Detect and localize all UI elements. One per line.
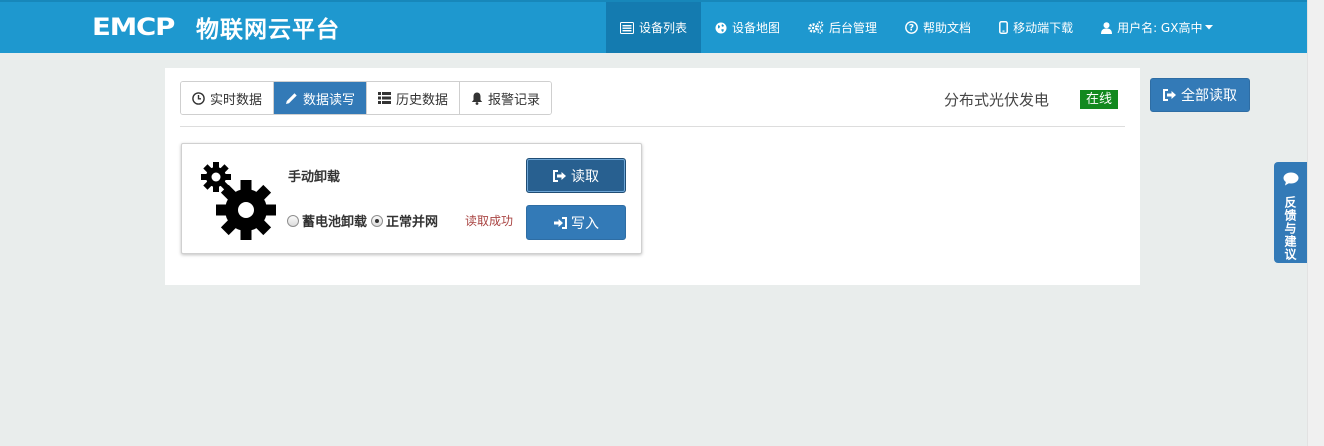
device-name: 分布式光伏发电 — [944, 91, 1050, 109]
tab-alarm-records[interactable]: 报警记录 — [460, 82, 552, 114]
radio-label-grid-connected[interactable]: 正常并网 — [386, 211, 438, 230]
unload-mode-radio-group: 蓄电池卸载 正常并网 — [287, 211, 442, 230]
read-all-button[interactable]: 全部读取 — [1150, 78, 1250, 112]
gears-icon — [197, 158, 277, 244]
emcp-logo: EMCP — [92, 13, 175, 41]
tab-data-readwrite[interactable]: 数据读写 — [274, 82, 368, 114]
card-title: 手动卸载 — [288, 170, 341, 185]
list-icon — [620, 21, 634, 34]
sign-out-icon — [1163, 89, 1177, 101]
question-icon: ? — [905, 21, 918, 34]
feedback-label: 反馈与建议 — [1283, 196, 1297, 261]
nav-device-list[interactable]: 设备列表 — [606, 2, 702, 53]
tab-label: 数据读写 — [303, 92, 356, 108]
nav-label: 移动端下载 — [1013, 21, 1074, 35]
globe-icon — [715, 22, 727, 34]
brand-name: 物联网云平台 — [196, 17, 340, 43]
tab-realtime-data[interactable]: 实时数据 — [181, 82, 275, 114]
tab-label: 实时数据 — [210, 92, 263, 108]
main-nav: 设备列表 设备地图 后台管理 ? 帮助文档 移动端下载 用户名: GX高中 — [606, 2, 1227, 53]
sign-in-icon — [553, 216, 567, 229]
radio-label-battery-unload[interactable]: 蓄电池卸载 — [302, 211, 367, 230]
nav-label: 用户名: GX高中 — [1117, 21, 1203, 35]
read-button[interactable]: 读取 — [526, 158, 626, 193]
online-status-badge: 在线 — [1080, 90, 1119, 109]
write-button-label: 写入 — [571, 215, 599, 232]
read-all-label: 全部读取 — [1181, 88, 1237, 104]
caret-down-icon — [1205, 25, 1214, 30]
nav-label: 后台管理 — [829, 21, 878, 35]
radio-battery-unload[interactable] — [287, 214, 299, 227]
page-scrollbar[interactable] — [1307, 0, 1324, 446]
nav-admin[interactable]: 后台管理 — [794, 2, 891, 53]
list-icon — [378, 92, 392, 104]
cogs-icon — [808, 21, 824, 34]
read-button-label: 读取 — [571, 168, 599, 185]
clock-icon — [192, 91, 205, 105]
sign-out-icon — [553, 169, 567, 182]
tab-bar: 实时数据 数据读写 历史数据 报警记录 — [180, 81, 553, 115]
nav-label: 帮助文档 — [923, 21, 972, 35]
tab-history-data[interactable]: 历史数据 — [367, 82, 461, 114]
tab-label: 历史数据 — [396, 92, 449, 108]
nav-device-map[interactable]: 设备地图 — [701, 2, 794, 53]
tab-label: 报警记录 — [488, 92, 541, 108]
nav-help[interactable]: ? 帮助文档 — [891, 2, 985, 53]
nav-label: 设备地图 — [732, 21, 781, 35]
svg-text:?: ? — [909, 24, 914, 34]
user-icon — [1101, 21, 1113, 34]
radio-grid-connected[interactable] — [371, 214, 384, 227]
control-card: 手动卸载 蓄电池卸载 正常并网 读取成功 读取 写入 — [181, 143, 642, 254]
device-panel: 实时数据 数据读写 历史数据 报警记录 分布式光伏发电 在线 手动卸载 蓄电池卸… — [165, 68, 1140, 285]
nav-mobile-download[interactable]: 移动端下载 — [985, 2, 1087, 53]
write-button[interactable]: 写入 — [526, 205, 626, 240]
read-status-text: 读取成功 — [465, 214, 514, 228]
nav-label: 设备列表 — [639, 21, 688, 35]
top-navbar: EMCP 物联网云平台 设备列表 设备地图 后台管理 ? 帮助文档 移动端下载 … — [0, 0, 1307, 53]
pencil-icon — [285, 92, 298, 105]
bell-icon — [471, 92, 483, 105]
divider — [180, 126, 1125, 127]
feedback-tab[interactable]: 反馈与建议 — [1274, 162, 1307, 263]
mobile-icon — [999, 21, 1009, 34]
comment-icon — [1283, 172, 1299, 190]
nav-user-menu[interactable]: 用户名: GX高中 — [1087, 2, 1227, 53]
brand[interactable]: EMCP 物联网云平台 — [92, 12, 340, 43]
